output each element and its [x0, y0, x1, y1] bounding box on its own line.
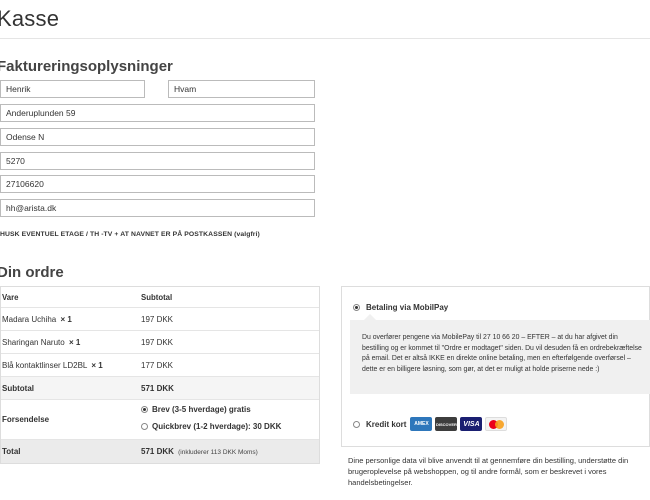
city-field[interactable]: Odense N [0, 128, 315, 146]
postcode-field[interactable]: 5270 [0, 152, 315, 170]
product-price: 197 DKK [141, 315, 174, 324]
total-row: Total 571 DKK (inkluderer 113 DKK Moms) [1, 440, 319, 463]
total-label: Total [2, 447, 21, 456]
visa-logo-icon: VISA [460, 417, 483, 431]
radio-selected[interactable] [141, 406, 148, 413]
shipping-label: Forsendelse [2, 415, 50, 424]
card-logos: AMEX DISCOVER VISA [410, 417, 508, 431]
shipping-row: Forsendelse Brev (3-5 hverdage) gratis Q… [1, 400, 319, 440]
column-header-product: Vare [2, 293, 19, 302]
shipping-option-brev[interactable]: Brev (3-5 hverdage) gratis [141, 405, 251, 414]
payment-method-label: Betaling via MobilPay [366, 303, 449, 312]
payment-option-mobilepay[interactable]: Betaling via MobilPay [353, 303, 448, 312]
product-name: Blå kontaktlinser LD2BL [2, 361, 88, 370]
product-name: Madara Uchiha [2, 315, 57, 324]
shipping-option-quickbrev[interactable]: Quickbrev (1-2 hverdage): 30 DKK [141, 422, 281, 431]
table-row: Sharingan Naruto × 1 197 DKK [1, 331, 319, 354]
first-name-field[interactable]: Henrik [0, 80, 145, 98]
last-name-field[interactable]: Hvam [168, 80, 315, 98]
radio-unselected[interactable] [353, 420, 360, 428]
radio-unselected[interactable] [141, 423, 148, 430]
column-header-subtotal: Subtotal [141, 293, 173, 302]
privacy-notice: Dine personlige data vil blive anvendt t… [348, 456, 629, 487]
payment-option-credit-card[interactable]: Kredit kort AMEX DISCOVER VISA [353, 417, 508, 431]
payment-description: Du overfører pengene via MobilePay til 2… [350, 314, 650, 394]
table-row: Blå kontaktlinser LD2BL × 1 177 DKK [1, 354, 319, 377]
title-divider [0, 38, 650, 39]
product-quantity: × 1 [68, 338, 81, 347]
product-price: 177 DKK [141, 361, 174, 370]
email-field[interactable]: hh@arista.dk [0, 199, 315, 217]
table-row: Madara Uchiha × 1 197 DKK [1, 308, 319, 331]
billing-heading: Faktureringsoplysninger [0, 58, 173, 75]
radio-selected[interactable] [353, 304, 360, 311]
total-tax-note: (inkluderer 113 DKK Moms) [178, 449, 258, 456]
subtotal-value: 571 DKK [141, 384, 174, 393]
subtotal-label: Subtotal [2, 384, 34, 393]
mastercard-logo-icon [485, 417, 508, 431]
discover-logo-icon: DISCOVER [435, 417, 458, 431]
order-heading: Din ordre [0, 264, 64, 281]
payment-method-label: Kredit kort [366, 419, 407, 429]
subtotal-row: Subtotal 571 DKK [1, 377, 319, 400]
phone-field[interactable]: 27106620 [0, 175, 315, 193]
shipping-option-label: Quickbrev (1-2 hverdage): 30 DKK [152, 422, 282, 431]
address-field[interactable]: Anderuplunden 59 [0, 104, 315, 122]
table-header-row: Vare Subtotal [1, 287, 319, 308]
product-quantity: × 1 [91, 361, 103, 370]
page-title: Kasse [0, 6, 60, 31]
product-price: 197 DKK [141, 338, 174, 347]
order-table: Vare Subtotal Madara Uchiha × 1 197 DKK … [0, 286, 320, 464]
total-value: 571 DKK [141, 447, 174, 456]
product-quantity: × 1 [60, 315, 72, 324]
payment-methods: Betaling via MobilPay Du overfører penge… [341, 286, 650, 447]
order-note-label: HUSK EVENTUEL ETAGE / TH -TV + AT NAVNET… [0, 231, 260, 238]
shipping-option-label: Brev (3-5 hverdage) gratis [152, 405, 251, 414]
product-name: Sharingan Naruto [2, 338, 65, 347]
amex-logo-icon: AMEX [410, 417, 433, 431]
